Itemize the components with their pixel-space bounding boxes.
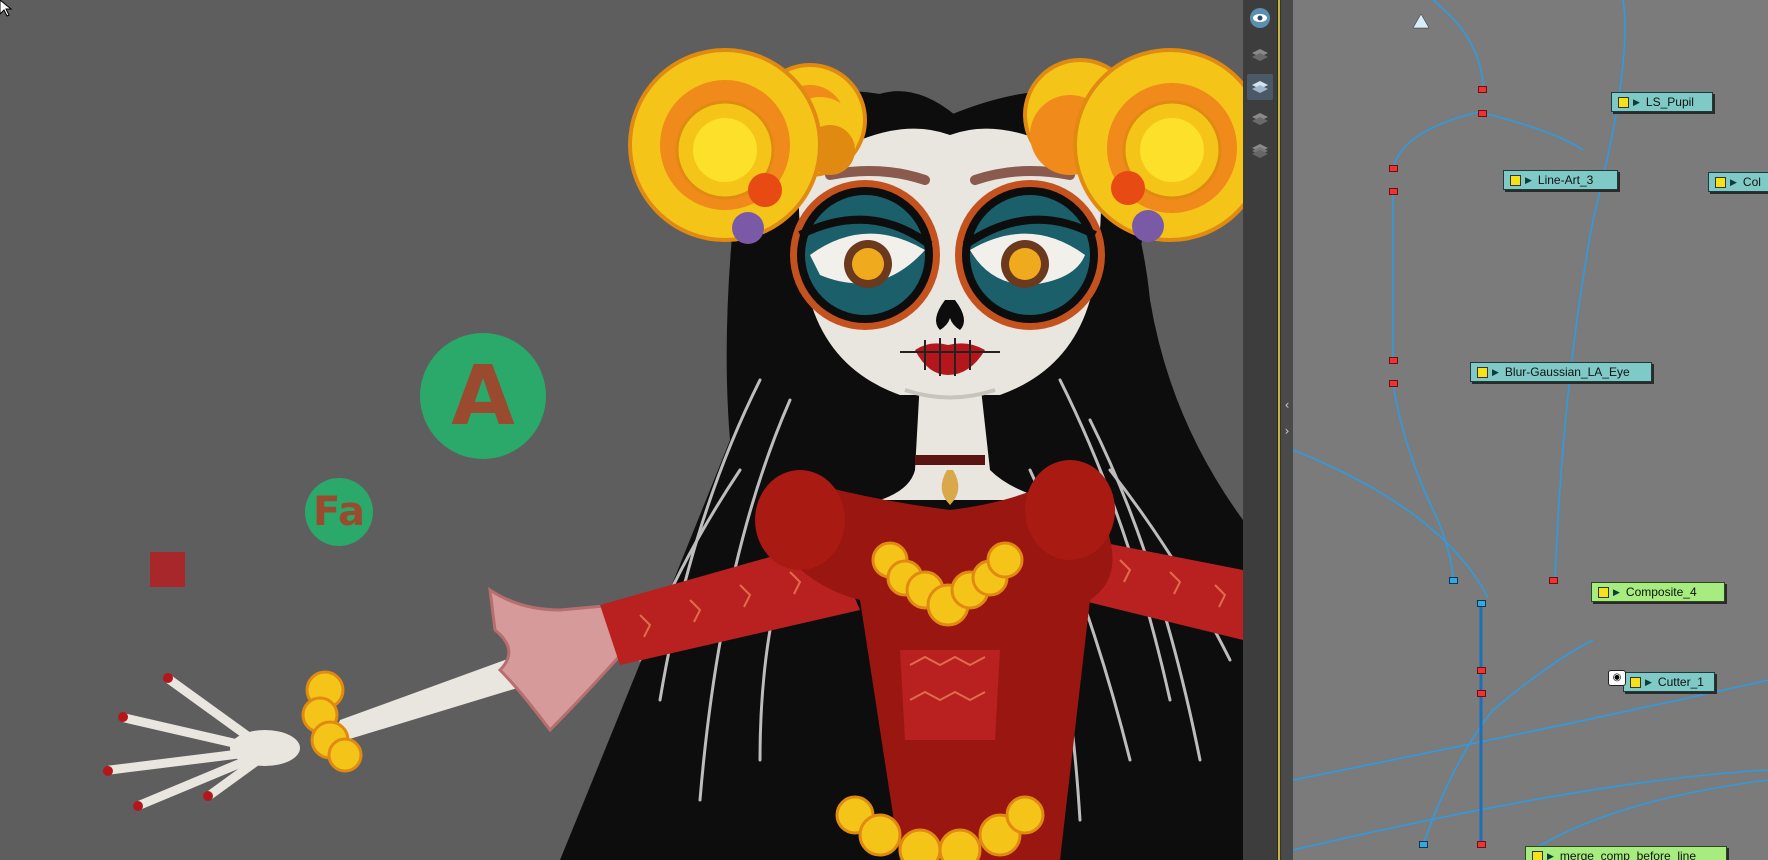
node-enable-icon[interactable]: [1715, 176, 1726, 188]
mouse-cursor-icon: [0, 0, 13, 17]
node-port[interactable]: [1477, 690, 1486, 697]
letter-a-badge: A: [420, 333, 546, 459]
play-icon: ▶: [1633, 96, 1640, 107]
red-square-marker: [150, 552, 185, 587]
node-col[interactable]: ▶ Col: [1708, 172, 1768, 192]
node-port[interactable]: [1477, 841, 1486, 848]
node-enable-icon[interactable]: [1510, 174, 1521, 186]
node-port[interactable]: [1419, 841, 1428, 848]
left-eye: [790, 180, 940, 330]
node-port[interactable]: [1549, 577, 1558, 584]
node-enable-icon[interactable]: [1618, 96, 1629, 108]
node-port[interactable]: [1477, 600, 1486, 607]
node-port[interactable]: [1389, 188, 1398, 195]
play-icon: ▶: [1492, 366, 1499, 377]
node-port[interactable]: [1477, 667, 1486, 674]
play-icon: ▶: [1645, 676, 1652, 687]
node-line-art-3[interactable]: ▶ Line-Art_3: [1503, 170, 1618, 190]
node-cutter-1[interactable]: ▶ Cutter_1: [1623, 672, 1715, 692]
node-composite-4[interactable]: ▶ Composite_4: [1591, 582, 1725, 602]
node-merge-comp[interactable]: ▶ merge_comp_before_line: [1525, 846, 1727, 860]
right-eye: [955, 180, 1105, 330]
node-blur-gaussian[interactable]: ▶ Blur-Gaussian_LA_Eye: [1470, 362, 1652, 382]
character-artwork[interactable]: [0, 0, 1243, 860]
collapse-left-icon[interactable]: ‹: [1282, 396, 1292, 414]
view-toolbar: [1243, 0, 1278, 860]
node-port[interactable]: [1389, 357, 1398, 364]
play-icon: ▶: [1525, 174, 1532, 185]
choker: [915, 455, 985, 465]
nav-up-icon: [1412, 13, 1430, 29]
play-icon: ▶: [1547, 850, 1554, 860]
node-connections: [1293, 0, 1768, 851]
letter-fa-badge: Fa: [305, 478, 373, 546]
node-enable-icon[interactable]: [1598, 586, 1609, 598]
node-port[interactable]: [1478, 86, 1487, 93]
panel-divider[interactable]: ‹ ›: [1280, 0, 1294, 860]
play-icon: ▶: [1613, 586, 1620, 597]
layers-light-icon[interactable]: [1247, 74, 1273, 100]
node-enable-icon[interactable]: [1532, 850, 1543, 860]
layers-dark-icon[interactable]: [1247, 106, 1273, 132]
play-icon: ▶: [1730, 176, 1737, 187]
node-enable-icon[interactable]: [1477, 366, 1488, 378]
layers-stack-icon[interactable]: [1247, 138, 1273, 164]
eye-icon[interactable]: [1247, 5, 1273, 31]
node-port[interactable]: [1389, 380, 1398, 387]
camera-viewport[interactable]: A Fa: [0, 0, 1243, 860]
mask-icon: ◉: [1608, 670, 1626, 686]
node-enable-icon[interactable]: [1630, 676, 1641, 688]
node-port[interactable]: [1478, 110, 1487, 117]
collapse-right-icon[interactable]: ›: [1282, 422, 1292, 440]
layers-icon[interactable]: [1247, 42, 1273, 68]
node-view-panel[interactable]: ▶ LS_Pupil ▶ Line-Art_3 ▶ Col ▶ Blur-Gaussia…: [1293, 0, 1768, 860]
node-ls-pupil[interactable]: ▶ LS_Pupil: [1611, 92, 1713, 112]
node-port[interactable]: [1449, 577, 1458, 584]
node-port[interactable]: [1389, 165, 1398, 172]
